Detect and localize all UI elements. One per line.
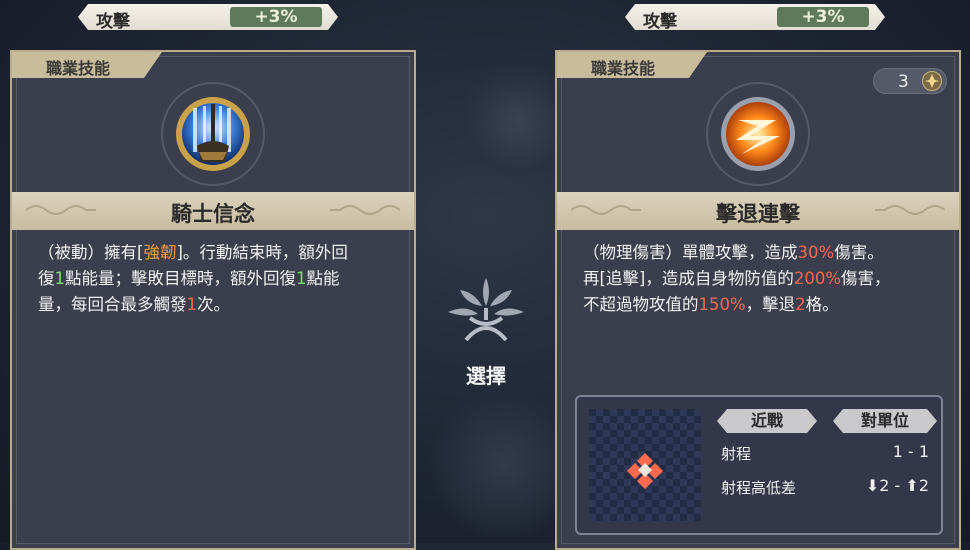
description-line: 量，每回合最多觸發1次。 <box>38 292 394 318</box>
range-info-panel: 近戰 對單位 射程 1 - 1 射程高低差 ⬇2 - ⬆2 <box>575 395 943 535</box>
highlighted-value: 30% <box>797 243 835 262</box>
right-stat-value: +3% <box>777 7 869 27</box>
left-stat-name: 攻擊 <box>96 12 130 32</box>
right-skill-title-bar: 擊退連擊 <box>557 192 959 230</box>
highlighted-value: 強韌 <box>143 243 177 262</box>
right-skill-description: （物理傷害）單體攻擊，造成30%傷害。 再[追擊]，造成自身物防值的200%傷害，… <box>583 240 939 318</box>
left-skill-card[interactable]: 職業技能 騎士信念 （被動）擁有[強韌]。行動結束時，額外回 復1點能量；擊敗目… <box>10 50 416 550</box>
description-text: 復 <box>38 269 55 288</box>
skill-cost-badge: 3 <box>873 68 947 94</box>
left-stat-pill: 攻擊 +3% <box>78 4 338 32</box>
left-skill-description: （被動）擁有[強韌]。行動結束時，額外回 復1點能量；擊敗目標時，額外回復1點能量… <box>38 240 394 318</box>
range-label: 射程 <box>721 445 752 463</box>
range-grid <box>589 409 701 521</box>
highlighted-value: 1 <box>296 269 307 288</box>
left-skill-name: 騎士信念 <box>171 202 255 226</box>
description-line: 再[追擊]，造成自身物防值的200%傷害， <box>583 266 939 292</box>
description-text: 次。 <box>197 295 230 314</box>
target-type-chip: 對單位 <box>833 409 937 433</box>
height-diff-label: 射程高低差 <box>721 479 797 497</box>
knockback-combo-icon <box>720 96 796 172</box>
highlighted-value: 1 <box>54 269 66 288</box>
right-skill-card[interactable]: 職業技能 3 擊退連擊 （物理傷害）單體攻擊，造成30%傷害。 再[追擊]，造成自… <box>555 50 961 550</box>
description-line: 復1點能量；擊敗目標時，額外回復1點能 <box>38 266 394 292</box>
right-skill-name: 擊退連擊 <box>716 202 800 226</box>
description-text: 傷害。 <box>834 243 884 262</box>
select-button[interactable]: 選擇 <box>440 260 532 390</box>
skill-cost-value: 3 <box>898 72 909 92</box>
description-line: 不超過物攻值的150%，擊退2格。 <box>583 292 939 318</box>
description-text: ]。行動結束時，額外回 <box>176 243 348 262</box>
range-value: 1 - 1 <box>892 442 929 461</box>
height-diff-value: ⬇2 - ⬆2 <box>865 476 929 495</box>
left-skill-tag: 職業技能 <box>12 52 162 78</box>
description-text: 傷害， <box>841 269 891 288</box>
description-text: 量，每回合最多觸發 <box>38 295 187 314</box>
right-skill-icon-frame <box>706 82 810 186</box>
highlighted-value: 200% <box>793 269 842 288</box>
tree-emblem-icon <box>448 278 524 342</box>
range-target-tiles <box>627 453 663 489</box>
energy-diamond-icon <box>922 71 942 91</box>
highlighted-value: 1 <box>186 295 198 314</box>
right-skill-tag: 職業技能 <box>557 52 707 78</box>
description-text: 點能 <box>306 269 340 288</box>
highlighted-value: 2 <box>795 295 806 314</box>
description-text: ，擊退 <box>745 295 796 314</box>
description-line: （物理傷害）單體攻擊，造成30%傷害。 <box>583 240 939 266</box>
right-stat-pill: 攻擊 +3% <box>625 4 885 32</box>
left-skill-title-bar: 騎士信念 <box>12 192 414 230</box>
left-skill-icon-frame <box>161 82 265 186</box>
select-label: 選擇 <box>466 364 506 388</box>
description-line: （被動）擁有[強韌]。行動結束時，額外回 <box>38 240 394 266</box>
description-text: 點能量；擊敗目標時，額外回復 <box>65 269 296 288</box>
right-stat-name: 攻擊 <box>643 12 677 32</box>
attack-type-chip: 近戰 <box>717 409 817 433</box>
description-text: 不超過物攻值的 <box>583 295 699 314</box>
highlighted-value: 150% <box>698 295 746 314</box>
knight-faith-icon <box>175 96 251 172</box>
description-text: 再[追擊]，造成自身物防值的 <box>583 269 794 288</box>
description-text: 格。 <box>805 295 839 314</box>
left-stat-value: +3% <box>230 7 322 27</box>
description-text: （物理傷害）單體攻擊，造成 <box>583 243 798 262</box>
description-text: （被動）擁有[ <box>38 243 144 262</box>
